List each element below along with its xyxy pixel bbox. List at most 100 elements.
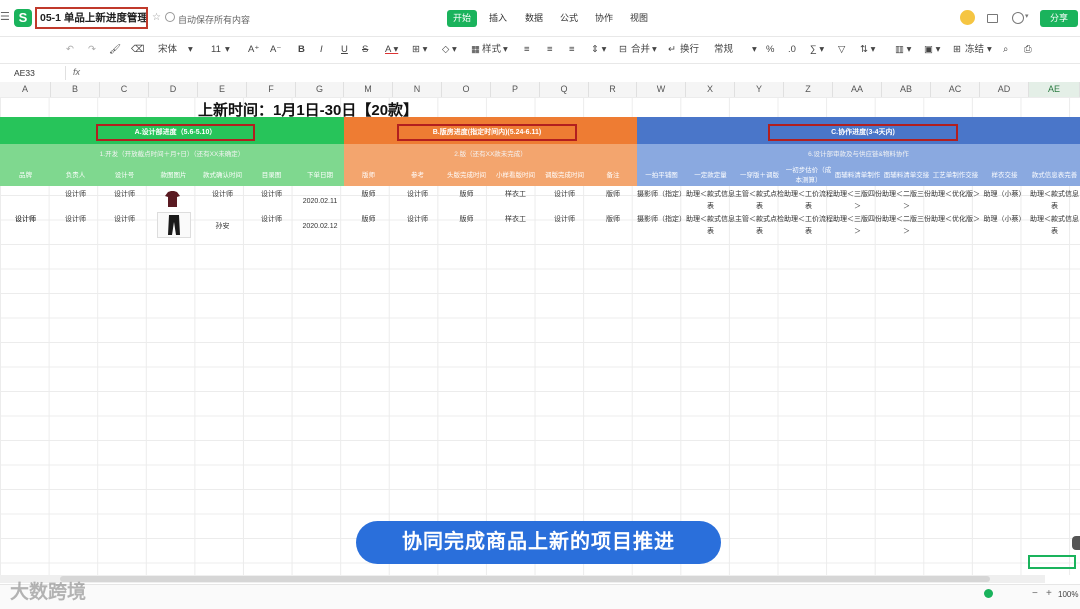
table-cell[interactable]: 设计师 xyxy=(198,189,247,200)
tab-insert[interactable]: 插入 xyxy=(484,10,512,27)
header-cell[interactable]: 一穿版＋调版 xyxy=(735,165,784,186)
align-center-icon[interactable]: ≡ xyxy=(547,43,553,57)
column-header[interactable]: AD xyxy=(980,82,1029,97)
table-cell[interactable]: 2020.02.12 xyxy=(296,221,344,232)
header-cell[interactable]: 备注 xyxy=(589,165,637,186)
table-cell[interactable]: 助理＜工价流程表 xyxy=(784,214,833,238)
column-header[interactable]: M xyxy=(344,82,393,97)
decrease-font-icon[interactable]: A⁻ xyxy=(270,43,281,57)
table-cell[interactable]: 设计师 xyxy=(540,189,589,200)
column-header[interactable]: E xyxy=(198,82,247,97)
format-painter-icon[interactable]: 🖌 xyxy=(109,43,121,57)
search-icon[interactable]: ⌕ xyxy=(1003,43,1008,57)
table-cell[interactable]: 版师 xyxy=(344,189,393,200)
column-header[interactable]: N xyxy=(393,82,442,97)
table-cell[interactable]: 助理＜工价流程表 xyxy=(784,189,833,213)
chevron-down-icon[interactable]: ▾ xyxy=(652,43,657,57)
chevron-down-icon[interactable]: ▾ xyxy=(503,43,508,57)
table-cell[interactable]: 版师 xyxy=(589,214,637,225)
font-color-icon[interactable]: A ▾ xyxy=(385,43,398,57)
document-title[interactable]: 05-1 单品上新进度管理 xyxy=(35,7,148,29)
header-cell[interactable]: 调版完成时间 xyxy=(540,165,589,186)
table-cell[interactable]: 助理＜款式信息表 xyxy=(686,189,735,213)
column-header[interactable]: Y xyxy=(735,82,784,97)
table-cell[interactable]: 助理（小蔡） xyxy=(980,214,1029,226)
share-button[interactable]: 分享 xyxy=(1040,10,1078,27)
table-cell[interactable]: 设计师 xyxy=(393,189,442,200)
align-left-icon[interactable]: ≡ xyxy=(524,43,530,57)
percent-icon[interactable]: % xyxy=(766,43,774,57)
column-header[interactable]: AC xyxy=(931,82,980,97)
table-cell[interactable]: 助理＜二版三份＞ xyxy=(882,189,931,213)
column-header[interactable]: B xyxy=(51,82,100,97)
wrap-icon[interactable]: ↵ xyxy=(668,43,676,57)
column-header[interactable]: AA xyxy=(833,82,882,97)
table-cell[interactable]: 设计师 xyxy=(100,189,149,200)
table-cell[interactable]: 样衣工 xyxy=(491,189,540,200)
table-cell[interactable]: 助理＜款式信息表 xyxy=(1029,189,1080,213)
header-cell[interactable]: 一拍平铺图 xyxy=(637,165,686,186)
number-format-select[interactable]: 常规 xyxy=(714,43,733,57)
font-select[interactable]: 宋体 xyxy=(158,43,177,57)
zoom-in-icon[interactable]: + xyxy=(1046,588,1052,599)
wrap-button[interactable]: 换行 xyxy=(680,43,699,57)
header-cell[interactable]: 一定款定量 xyxy=(686,165,735,186)
image-icon[interactable]: ▣ ▾ xyxy=(924,43,940,57)
table-cell[interactable]: 助理＜款式信息表 xyxy=(686,214,735,238)
table-cell[interactable]: 设计师 xyxy=(51,214,100,225)
italic-icon[interactable]: I xyxy=(320,43,323,57)
align-right-icon[interactable]: ≡ xyxy=(569,43,575,57)
column-header[interactable]: Q xyxy=(540,82,589,97)
side-panel-toggle[interactable] xyxy=(1072,536,1080,550)
table-cell[interactable]: 版师 xyxy=(442,189,491,200)
increase-font-icon[interactable]: A⁺ xyxy=(248,43,259,57)
header-cell[interactable]: 面辅料清单制作 xyxy=(833,165,882,186)
star-icon[interactable]: ☆ xyxy=(152,12,161,23)
table-cell[interactable]: 助理＜二版三份＞ xyxy=(882,214,931,238)
table-cell[interactable]: 助理＜三版四份＞ xyxy=(833,189,882,213)
zoom-out-icon[interactable]: − xyxy=(1032,588,1038,599)
merge-button[interactable]: 合并 xyxy=(631,43,650,57)
vertical-align-icon[interactable]: ⇕ ▾ xyxy=(591,43,606,57)
column-header[interactable]: AB xyxy=(882,82,931,97)
selected-cell[interactable] xyxy=(1028,555,1076,569)
chevron-down-icon[interactable]: ▾ xyxy=(1025,12,1029,20)
tab-data[interactable]: 数据 xyxy=(520,10,548,27)
column-header[interactable]: C xyxy=(100,82,149,97)
table-cell[interactable]: 助理＜三版四份＞ xyxy=(833,214,882,238)
header-cell[interactable]: 工艺单制作交接 xyxy=(931,165,980,186)
column-header[interactable]: G xyxy=(296,82,344,97)
table-cell[interactable]: 设计师 xyxy=(247,214,296,225)
table-cell[interactable]: 设计师 xyxy=(0,214,51,225)
scrollbar-thumb[interactable] xyxy=(60,576,990,582)
tab-collab[interactable]: 协作 xyxy=(590,10,618,27)
header-cell[interactable]: 款式确认时间 xyxy=(198,165,247,186)
tab-view[interactable]: 视图 xyxy=(625,10,653,27)
header-cell[interactable]: 版师 xyxy=(344,165,393,186)
style-button[interactable]: 样式 xyxy=(482,43,501,57)
merge-icon[interactable]: ⊟ xyxy=(619,43,627,57)
table-cell[interactable]: 设计师 xyxy=(393,214,442,225)
product-image-pants[interactable] xyxy=(157,212,191,238)
chart-icon[interactable]: ▥ ▾ xyxy=(895,43,911,57)
header-cell[interactable]: 负责人 xyxy=(51,165,100,186)
tab-home[interactable]: 开始 xyxy=(447,10,477,27)
header-cell[interactable]: 下单日期 xyxy=(296,165,344,186)
table-cell[interactable]: 摄影师（指定） xyxy=(637,189,686,201)
filter-icon[interactable]: ▽ xyxy=(838,43,845,57)
table-cell[interactable]: 摄影师（指定） xyxy=(637,214,686,226)
user-avatar[interactable] xyxy=(960,10,975,25)
strikethrough-icon[interactable]: S xyxy=(362,43,368,57)
tab-formula[interactable]: 公式 xyxy=(555,10,583,27)
table-cell[interactable]: 版师 xyxy=(344,214,393,225)
table-cell[interactable]: 助理＜优化版＞ xyxy=(931,189,980,201)
cell-reference[interactable]: AE33 xyxy=(14,68,35,78)
border-icon[interactable]: ⊞ ▾ xyxy=(412,43,427,57)
header-cell[interactable]: 一初步估价（成本测算） xyxy=(784,165,833,186)
table-cell[interactable]: 助理＜款式信息表 xyxy=(1029,214,1080,238)
header-cell[interactable]: 款式信息表完善 xyxy=(1029,165,1080,186)
chevron-down-icon[interactable]: ▾ xyxy=(225,43,230,57)
chevron-down-icon[interactable]: ▾ xyxy=(752,43,757,57)
column-header[interactable]: AE xyxy=(1029,82,1080,97)
product-image-shirt[interactable] xyxy=(165,191,180,207)
